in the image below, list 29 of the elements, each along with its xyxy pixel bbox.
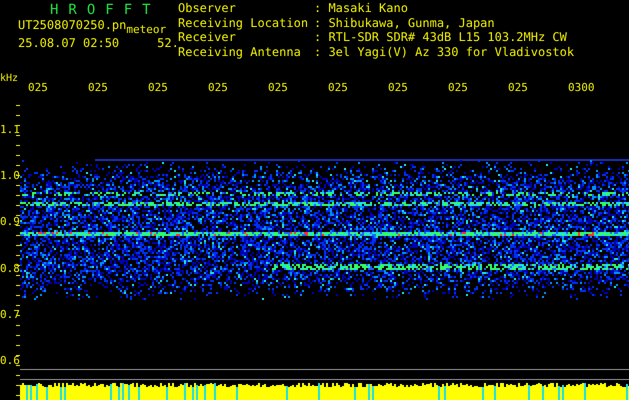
info-value: : 3el Yagi(V) Az 330 for Vladivostok — [314, 46, 574, 61]
time-label: 025 — [508, 81, 528, 94]
file-name: UT2508070250.pn — [18, 18, 126, 33]
info-label: Receiving Location — [178, 16, 310, 32]
frequency-label: 1.0 — [0, 169, 20, 182]
frequency-label: 0.9 — [0, 215, 20, 228]
mode-label: meteor — [126, 22, 166, 37]
info-label: Observer — [178, 2, 237, 17]
time-label: 025 — [268, 81, 288, 94]
time-label: 025 — [448, 81, 468, 94]
info-label: Receiving Antenna — [178, 46, 302, 61]
time-label: 025 — [28, 81, 48, 94]
app-title: HROFFT — [49, 2, 162, 18]
time-label: 025 — [388, 81, 408, 94]
info-value: : RTL-SDR SDR# 43dB L15 103.2MHz CW — [314, 31, 568, 46]
time-label: 025 — [328, 81, 348, 94]
info-value: : Shibukawa, Gunma, Japan — [314, 16, 496, 32]
time-label: 0300 — [568, 81, 594, 94]
info-label: Receiver — [178, 31, 237, 46]
frequency-label: 0.6 — [0, 354, 20, 367]
time-label: 025 — [208, 81, 228, 94]
time-label: 025 — [88, 81, 108, 94]
info-value: : Masaki Kano — [314, 2, 409, 17]
unit-label: kHz — [0, 72, 18, 84]
time-label: 025 — [148, 81, 168, 94]
frequency-label: 0.8 — [0, 262, 20, 275]
value-label: 52. — [157, 36, 179, 50]
frequency-label: 0.7 — [0, 308, 20, 321]
date-time: 25.08.07 02:50 — [18, 36, 120, 51]
